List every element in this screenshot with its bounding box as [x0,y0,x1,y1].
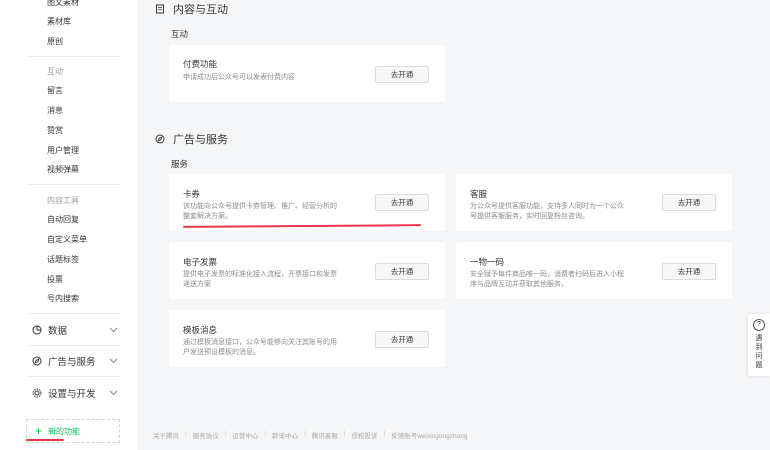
subsection-services: 服务 [171,159,189,169]
gear-icon [32,388,42,398]
sidebar-item-material-library[interactable]: 素材库 [47,16,71,27]
footer-links: 关于腾讯 | 服务协议 | 运营中心 | 辟谣中心 | 腾讯客服 | 侵权投诉 | 反馈账号… [153,430,468,440]
footer-link[interactable]: 腾讯客服 [312,430,338,440]
open-button[interactable]: 去开通 [662,263,716,280]
sidebar-item-comments[interactable]: 留言 [47,85,63,96]
card-title: 电子发票 [183,257,218,267]
open-button[interactable]: 去开通 [662,194,716,211]
sidebar-item-video-danmaku[interactable]: 视频弹幕 [47,164,79,175]
footer-link[interactable]: 运营中心 [232,430,258,440]
card-e-invoice: 电子发票 提供电子发票的标准化接入流程，开票接口和发票 递送方案 去开通 [169,242,445,299]
card-desc: 提供电子发票的标准化接入流程，开票接口和发票 递送方案 [183,270,337,290]
sidebar-item-messages[interactable]: 消息 [47,105,63,116]
annotation-underline [26,439,64,441]
document-icon [155,4,165,14]
card-desc-line: 通过模板消息接口，公众号能够向关注其账号的用 [183,339,337,346]
compass-icon [32,356,42,366]
sidebar-divider [28,56,120,57]
card-title: 卡券 [183,189,201,199]
sidebar-item-auto-reply[interactable]: 自动回复 [47,214,79,225]
sidebar-divider [28,345,120,346]
card-template-message: 模板消息 通过模板消息接口，公众号能够向关注其账号的用 户发送预设模板的消息。 … [169,310,445,367]
open-button[interactable]: 去开通 [375,263,429,280]
sidebar-divider [28,376,120,377]
sidebar-section-data[interactable]: 数据 [32,322,120,338]
card-paid-content: 付费功能 申请成功后公众号可以发表付费内容 去开通 [169,45,445,102]
footer-link[interactable]: 反馈账号weixingongzhong [391,430,467,440]
card-desc: 申请成功后公众号可以发表付费内容 [183,74,295,81]
open-button[interactable]: 去开通 [375,194,429,211]
chevron-down-icon [109,388,118,399]
chevron-down-icon [109,325,118,336]
sidebar-section-label: 数据 [48,326,68,337]
card-title: 客服 [470,189,488,199]
sidebar-item-original[interactable]: 原创 [47,36,63,47]
open-button[interactable]: 去开通 [375,66,429,83]
card-desc: 安全赋予每件商品唯一码，消费者扫码后进入小程 序与品牌互动并获取其他服务。 [470,270,624,290]
new-function-label: 新的功能 [48,426,81,436]
section-title-text: 内容与互动 [173,4,228,16]
card-desc-line: 递送方案 [183,281,211,288]
section-ads-services-title: 广告与服务 [155,131,228,147]
card-desc-line: 号提供客服服务，实时回复粉丝咨询。 [470,213,589,220]
sidebar-item-article-material[interactable]: 图文素材 [47,0,79,8]
compass-icon [155,134,165,144]
card-desc-line: 户发送预设模板的消息。 [183,349,260,356]
chevron-down-icon [109,356,118,367]
card-desc-line: 整套解决方案。 [183,213,232,220]
chart-icon [32,325,42,335]
card-coupons: 卡券 该功能向公众号提供卡券管理、推广、经营分析的 整套解决方案。 去开通 [169,174,445,231]
sidebar-divider [28,184,120,185]
card-desc: 通过模板消息接口，公众号能够向关注其账号的用 户发送预设模板的消息。 [183,338,337,358]
question-icon: ? [753,319,765,331]
open-button[interactable]: 去开通 [375,331,429,348]
sidebar-item-in-account-search[interactable]: 号内搜索 [47,293,79,304]
section-title-text: 广告与服务 [173,134,228,146]
card-title: 模板消息 [183,325,218,335]
sidebar-section-label: 广告与服务 [48,357,96,368]
plus-icon: + [35,424,43,438]
card-desc-line: 安全赋予每件商品唯一码，消费者扫码后进入小程 [470,271,624,278]
help-float-button[interactable]: ? 遇到问题 [748,314,770,376]
help-float-label: 遇到问题 [755,335,763,369]
card-desc-line: 为公众号提供客服功能，支持多人同时为一个公众 [470,203,624,210]
footer-link[interactable]: 关于腾讯 [153,430,179,440]
sidebar-group-content-tools: 内容工具 [47,196,79,205]
sidebar-group-interaction: 互动 [47,67,63,76]
card-title: 一物一码 [470,257,505,267]
footer-link[interactable]: 辟谣中心 [272,430,298,440]
card-customer-service: 客服 为公众号提供客服功能，支持多人同时为一个公众 号提供客服服务，实时回复粉丝… [456,174,732,231]
card-desc: 该功能向公众号提供卡券管理、推广、经营分析的 整套解决方案。 [183,202,337,222]
sidebar-item-topic-tags[interactable]: 话题标签 [47,254,79,265]
sidebar-section-ads-services[interactable]: 广告与服务 [32,353,120,369]
footer-link[interactable]: 服务协议 [193,430,219,440]
card-desc-line: 序与品牌互动并获取其他服务。 [470,281,568,288]
sidebar-item-user-management[interactable]: 用户管理 [47,145,79,156]
sidebar-item-custom-menu[interactable]: 自定义菜单 [47,234,87,245]
card-title: 付费功能 [183,59,218,69]
sidebar: 图文素材 素材库 原创 互动 留言 消息 赞赏 用户管理 视频弹幕 内容工具 自… [0,0,138,450]
card-one-item-one-code: 一物一码 安全赋予每件商品唯一码，消费者扫码后进入小程 序与品牌互动并获取其他服… [456,242,732,299]
sidebar-section-settings-dev[interactable]: 设置与开发 [32,385,120,401]
card-desc: 为公众号提供客服功能，支持多人同时为一个公众 号提供客服服务，实时回复粉丝咨询。 [470,202,624,222]
card-desc-line: 该功能向公众号提供卡券管理、推广、经营分析的 [183,203,337,210]
card-desc-line: 提供电子发票的标准化接入流程，开票接口和发票 [183,271,337,278]
sidebar-section-label: 设置与开发 [48,389,96,400]
footer-link[interactable]: 侵权投诉 [352,430,378,440]
sidebar-item-vote[interactable]: 投票 [47,274,63,285]
section-content-interaction-title: 内容与互动 [155,1,228,17]
sidebar-item-rewards[interactable]: 赞赏 [47,125,63,136]
subsection-interaction: 互动 [171,29,189,39]
sidebar-divider [28,313,120,314]
